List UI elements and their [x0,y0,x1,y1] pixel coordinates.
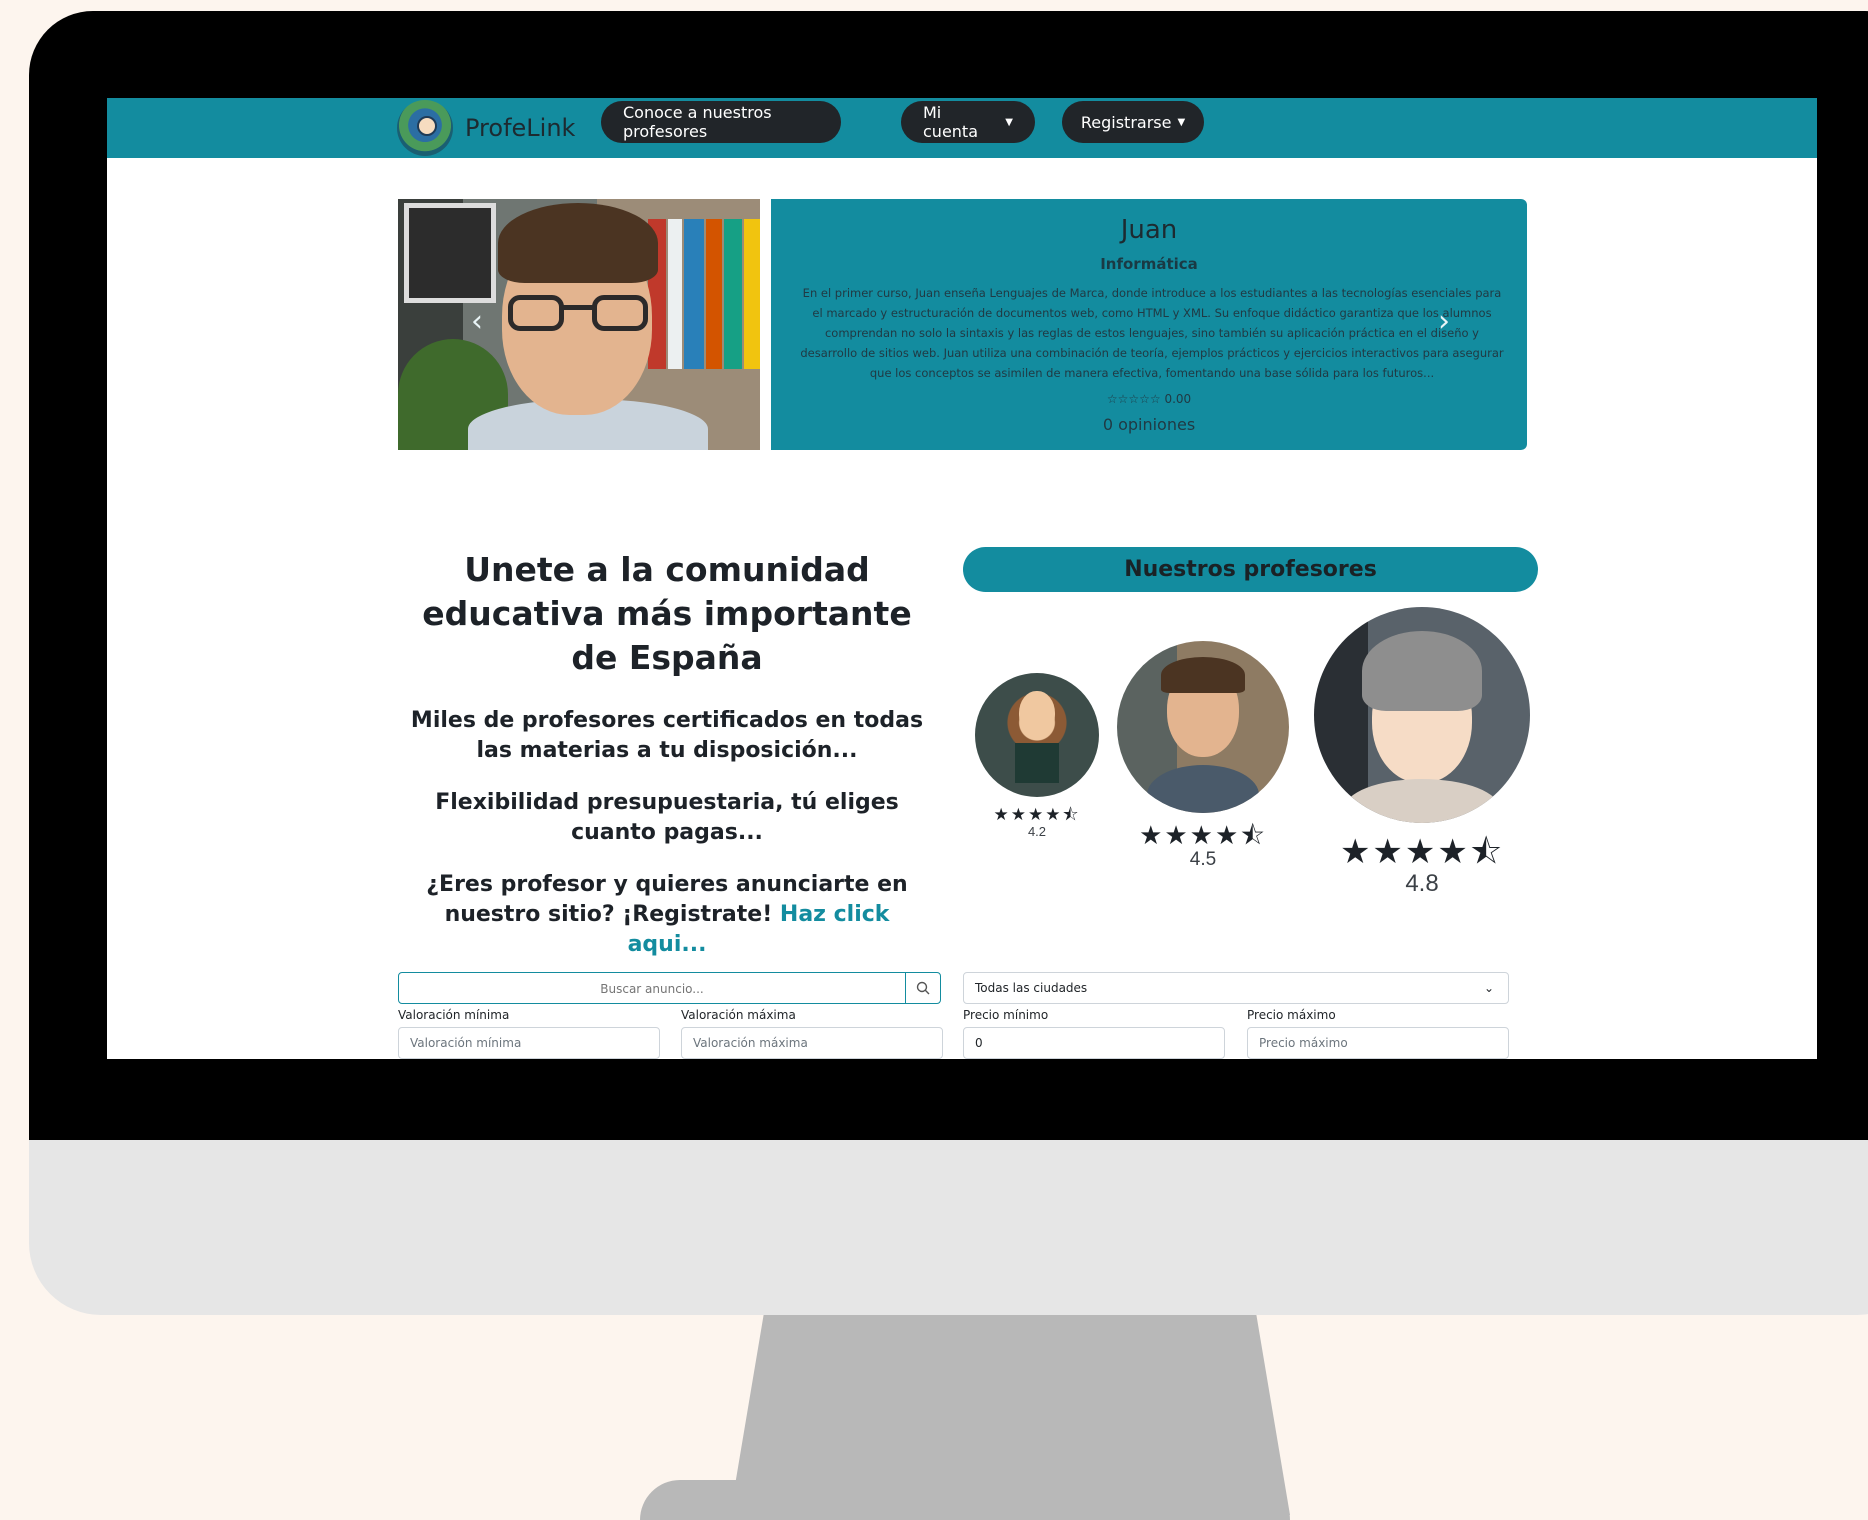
search-button[interactable] [905,973,940,1003]
min-price-label: Precio mínimo [963,1008,1049,1022]
professor-avatar[interactable] [1314,607,1530,823]
search-input[interactable] [399,973,905,1005]
professor-avatar[interactable] [1117,641,1289,813]
promo-section: Unete a la comunidad educativa más impor… [402,548,932,960]
brand-name: ProfeLink [465,114,576,142]
professor-score: 4.5 [1189,849,1217,870]
promo-title: Unete a la comunidad educativa más impor… [422,550,912,677]
professor-description: En el primer curso, Juan enseña Lenguaje… [800,286,1504,380]
city-select[interactable]: Todas las ciudades ⌄ [963,972,1509,1004]
city-select-value: Todas las ciudades [975,981,1088,995]
mi-cuenta-label: Mi cuenta [923,103,978,141]
professor-score: 4.2 [1027,824,1047,839]
search-icon [916,981,930,995]
search-bar [398,972,941,1005]
max-rating-label: Valoración máxima [681,1008,796,1022]
logo-icon [397,100,453,156]
max-price-input[interactable]: Precio máximo [1247,1027,1509,1059]
conoce-profesores-button[interactable]: Conoce a nuestros profesores [601,101,841,143]
screen: ProfeLink Conoce a nuestros profesores M… [107,98,1817,1059]
nuestros-profesores-header: Nuestros profesores [963,547,1538,592]
professor-rating: ☆☆☆☆☆ 0.00 [771,392,1527,406]
min-rating-input[interactable]: Valoración mínima [398,1027,660,1059]
promo-line-budget: Flexibilidad presupuestaria, tú eliges c… [435,790,899,845]
chevron-down-icon: ⌄ [1483,981,1494,995]
caret-down-icon: ▼ [1005,116,1013,128]
promo-line-register: ¿Eres profesor y quieres anunciarte en n… [402,870,932,960]
carousel-next-icon[interactable]: › [1438,304,1450,339]
promo-line-certified: Miles de profesores certificados en toda… [410,708,924,763]
rating-value: 0.00 [1164,392,1192,406]
reviews-count: 0 opiniones [1102,415,1196,434]
professor-avatar[interactable] [975,673,1099,797]
featured-professor-carousel: Juan Informática En el primer curso, Jua… [398,199,1527,450]
professor-score: 4.8 [1405,870,1439,897]
conoce-profesores-label: Conoce a nuestros profesores [623,103,772,141]
max-price-label: Precio máximo [1247,1008,1336,1022]
professor-info-panel[interactable]: Juan Informática En el primer curso, Jua… [771,199,1527,450]
registrarse-dropdown[interactable]: Registrarse ▼ [1062,101,1204,143]
brand-link[interactable]: ProfeLink [397,98,575,158]
monitor-chin [29,1140,1868,1315]
caret-down-icon: ▼ [1177,116,1186,128]
carousel-prev-icon[interactable]: ‹ [471,304,483,339]
monitor-foot [640,1480,1290,1520]
min-rating-label: Valoración mínima [398,1008,510,1022]
professor-subject: Informática [1100,255,1198,273]
max-rating-input[interactable]: Valoración máxima [681,1027,943,1059]
registrarse-label: Registrarse [1080,112,1172,132]
empty-stars-icon: ☆☆☆☆☆ [1106,392,1161,406]
professor-photo [398,199,760,450]
professor-name: Juan [1120,215,1178,245]
mi-cuenta-dropdown[interactable]: Mi cuenta ▼ [901,101,1035,143]
navbar: ProfeLink Conoce a nuestros profesores M… [107,98,1817,158]
min-price-input[interactable]: 0 [963,1027,1225,1059]
